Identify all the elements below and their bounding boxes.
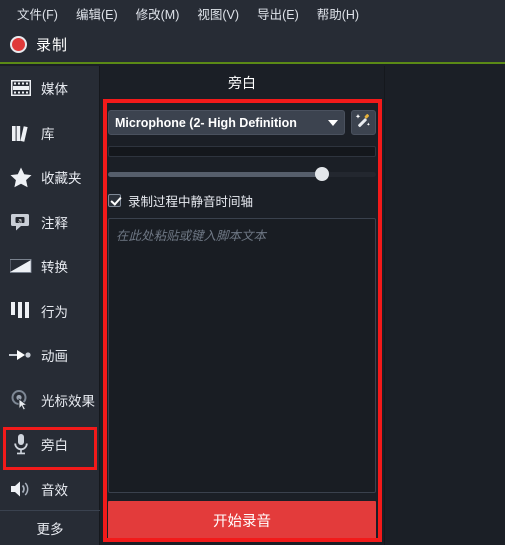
volume-slider-thumb[interactable] (315, 167, 330, 181)
record-toolbar: 录制 (0, 26, 505, 64)
magic-wand-icon (355, 112, 372, 134)
svg-text:a: a (18, 217, 22, 224)
menu-help[interactable]: 帮助(H) (308, 1, 368, 26)
menu-file[interactable]: 文件(F) (8, 1, 67, 26)
start-recording-label: 开始录音 (213, 513, 271, 530)
volume-slider-fill (108, 172, 323, 177)
mute-timeline-checkbox[interactable]: 录制过程中静音时间轴 (108, 191, 376, 210)
sidebar-item-label-voice-narration: 旁白 (41, 438, 68, 454)
animation-arrow-icon (8, 342, 34, 368)
audio-setup-wizard-button[interactable] (351, 110, 376, 135)
sidebar-more-label: 更多 (36, 522, 64, 537)
panel-body: Microphone (2- High Definition 录制过程中静音时间… (100, 99, 384, 539)
sidebar-item-label-audio-effects: 音效 (41, 482, 68, 498)
microphone-icon (8, 431, 34, 457)
input-level-meter (108, 146, 376, 157)
menu-bar: 文件(F) 编辑(E) 修改(M) 视图(V) 导出(E) 帮助(H) (0, 0, 505, 26)
panel-title: 旁白 (100, 66, 384, 99)
sidebar-item-label-cursor-effects: 光标效果 (41, 393, 95, 409)
device-row: Microphone (2- High Definition (108, 110, 376, 135)
library-books-icon (8, 120, 34, 146)
cursor-effects-icon (8, 387, 34, 413)
voice-narration-panel: 旁白 Microphone (2- High Definition 录制过程中静… (100, 66, 385, 545)
sidebar-item-cursor-effects[interactable]: 光标效果 (0, 378, 99, 423)
sidebar-item-behaviors[interactable]: 行为 (0, 289, 99, 334)
sidebar-item-media[interactable]: 媒体 (0, 66, 99, 111)
mute-timeline-label: 录制过程中静音时间轴 (128, 195, 254, 209)
sidebar-item-animations[interactable]: 动画 (0, 333, 99, 378)
chevron-down-icon (328, 119, 338, 126)
application-window: 文件(F) 编辑(E) 修改(M) 视图(V) 导出(E) 帮助(H) 录制 媒… (0, 0, 505, 545)
workspace-empty-area (386, 66, 505, 545)
record-button[interactable]: 录制 (10, 34, 68, 55)
sidebar-item-label-favorites: 收藏夹 (41, 171, 82, 187)
script-placeholder: 在此处粘贴或键入脚本文本 (116, 229, 267, 243)
audio-device-value: Microphone (2- High Definition (115, 115, 297, 130)
behaviors-icon (8, 298, 34, 324)
sidebar-item-audio-effects[interactable]: 音效 (0, 467, 99, 512)
menu-export[interactable]: 导出(E) (248, 1, 308, 26)
sidebar: 媒体 库 收藏夹 a 注释 转换 行为 动画 光标效果 旁白 音效 更多 (0, 66, 100, 545)
volume-slider[interactable] (108, 167, 376, 181)
sidebar-item-annotations[interactable]: a 注释 (0, 200, 99, 245)
sidebar-item-library[interactable]: 库 (0, 111, 99, 156)
sidebar-item-favorites[interactable]: 收藏夹 (0, 155, 99, 200)
sidebar-item-voice-narration[interactable]: 旁白 (0, 422, 99, 467)
menu-modify[interactable]: 修改(M) (127, 1, 189, 26)
audio-device-select[interactable]: Microphone (2- High Definition (108, 110, 345, 135)
sidebar-item-label-library: 库 (41, 126, 55, 142)
menu-view[interactable]: 视图(V) (188, 1, 248, 26)
callout-bubble-icon: a (8, 209, 34, 235)
speaker-icon (8, 476, 34, 502)
sidebar-item-transitions[interactable]: 转换 (0, 244, 99, 289)
transition-icon (8, 253, 34, 279)
sidebar-item-label-animations: 动画 (41, 349, 68, 365)
star-icon (8, 164, 34, 190)
start-recording-button[interactable]: 开始录音 (108, 501, 376, 539)
checkbox-check-icon (108, 194, 121, 207)
script-textarea[interactable]: 在此处粘贴或键入脚本文本 (108, 218, 376, 493)
sidebar-more-button[interactable]: 更多 (0, 510, 100, 545)
sidebar-item-label-annotations: 注释 (41, 215, 68, 231)
menu-edit[interactable]: 编辑(E) (67, 1, 127, 26)
film-strip-icon (8, 75, 34, 101)
sidebar-item-label-media: 媒体 (41, 82, 68, 98)
sidebar-item-label-behaviors: 行为 (41, 304, 68, 320)
sidebar-item-label-transitions: 转换 (41, 260, 68, 276)
record-dot-icon (10, 35, 27, 53)
record-button-label: 录制 (36, 36, 69, 54)
